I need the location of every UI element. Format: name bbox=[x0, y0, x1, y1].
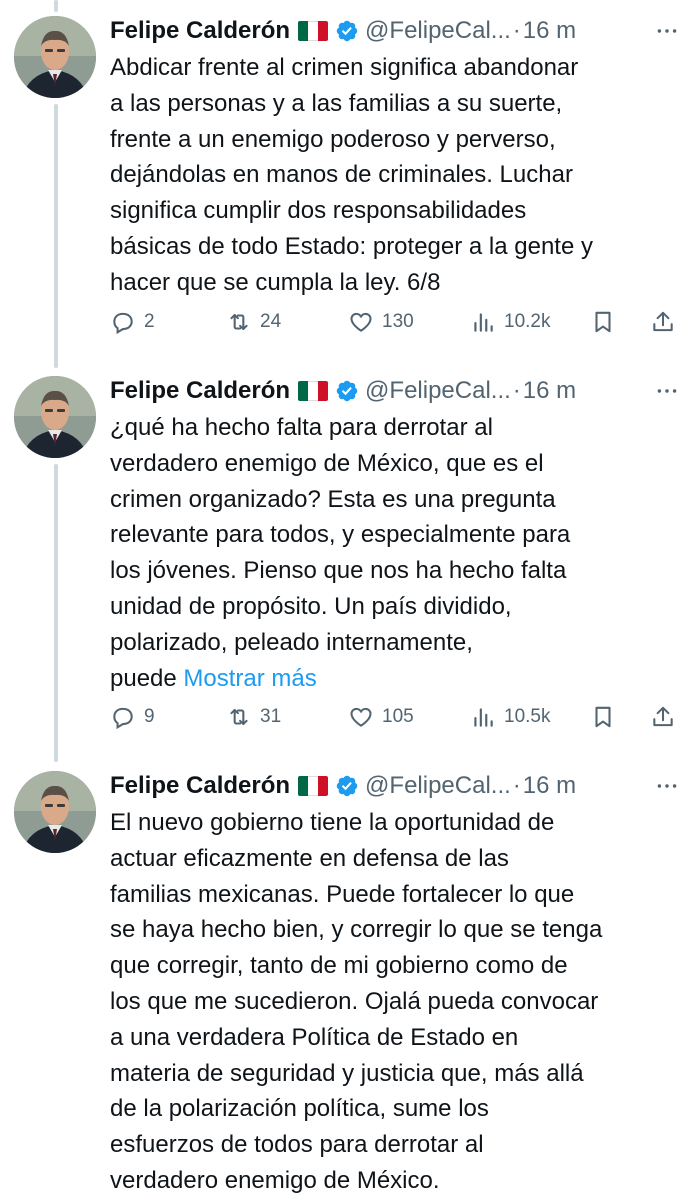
retweet-button[interactable]: 24 bbox=[226, 309, 281, 335]
heart-icon bbox=[350, 312, 372, 332]
tweet[interactable]: Felipe Calderón @FelipeCal... · 16 m ¿qu… bbox=[0, 360, 694, 756]
tweet-text: ¿qué ha hecho falta para derrotar al ver… bbox=[110, 410, 680, 696]
tweet-text-line: los jóvenes. Pienso que nos ha hecho fal… bbox=[110, 557, 567, 585]
bookmark-icon bbox=[595, 311, 611, 333]
retweet-button[interactable]: 31 bbox=[226, 704, 281, 730]
tweet-text: Abdicar frente al crimen significa aband… bbox=[110, 50, 680, 301]
reply-count: 2 bbox=[144, 311, 155, 332]
avatar[interactable] bbox=[14, 771, 96, 853]
verified-badge-icon bbox=[336, 380, 358, 402]
tweet-text-line: hacer que se cumpla la ley. 6/8 bbox=[110, 268, 441, 296]
more-options-icon[interactable] bbox=[654, 378, 680, 404]
separator-dot: · bbox=[512, 772, 521, 799]
tweet-text-line: a una verdadera Política de Estado en bbox=[110, 1023, 519, 1051]
tweet-text-fragment: puede bbox=[110, 664, 184, 692]
reply-button[interactable]: 2 bbox=[110, 309, 155, 335]
share-icon bbox=[653, 311, 673, 332]
tweet-text-line: verdadero enemigo de México, que es el bbox=[110, 449, 544, 477]
tweet-text: El nuevo gobierno tiene la oportunidad d… bbox=[110, 805, 680, 1199]
tweet-text-line: de la polarización política, sume los bbox=[110, 1095, 489, 1123]
tweet-text-line: unidad de propósito. Un país dividido, bbox=[110, 592, 512, 620]
separator-dot: · bbox=[512, 377, 521, 404]
bookmark-button[interactable] bbox=[590, 309, 616, 335]
tweet-time[interactable]: 16 m bbox=[523, 772, 576, 800]
tweet-text-line: relevante para todos, y especialmente pa… bbox=[110, 521, 571, 549]
views-button[interactable]: 10.2k bbox=[470, 309, 550, 335]
like-button[interactable]: 105 bbox=[348, 704, 414, 730]
tweet-text-line: Abdicar frente al crimen significa aband… bbox=[110, 54, 579, 81]
mexico-flag-icon bbox=[298, 21, 329, 41]
bookmark-icon bbox=[595, 706, 611, 728]
tweet-text-line: crimen organizado? Esta es una pregunta bbox=[110, 485, 556, 513]
tweet-text-last-line: puede Mostrar más bbox=[110, 661, 680, 697]
avatar-image bbox=[14, 771, 96, 853]
tweet-actions: 9 31 105 10.5k bbox=[110, 702, 680, 732]
tweet-text-line: materia de seguridad y justicia que, más… bbox=[110, 1059, 584, 1087]
tweet-header: Felipe Calderón @FelipeCal... · 16 m bbox=[110, 769, 680, 803]
tweet[interactable]: Felipe Calderón @FelipeCal... · 16 m El … bbox=[0, 755, 694, 1200]
views-chart-icon bbox=[474, 708, 493, 727]
avatar[interactable] bbox=[14, 376, 96, 458]
verified-badge-icon bbox=[336, 20, 358, 42]
views-count: 10.2k bbox=[504, 311, 551, 332]
avatar[interactable] bbox=[14, 16, 96, 98]
separator-dot: · bbox=[512, 17, 521, 44]
tweet-header: Felipe Calderón @FelipeCal... · 16 m bbox=[110, 14, 680, 48]
retweet-count: 31 bbox=[260, 706, 282, 727]
author-handle[interactable]: @FelipeCal... bbox=[365, 377, 511, 405]
views-chart-icon bbox=[474, 313, 493, 332]
avatar-image bbox=[14, 16, 96, 98]
share-icon bbox=[653, 706, 673, 727]
views-button[interactable]: 10.5k bbox=[470, 704, 550, 730]
tweet-text-line: que corregir, tanto de mi gobierno como … bbox=[110, 952, 568, 980]
tweet-text-line: actuar eficazmente en defensa de las bbox=[110, 844, 509, 872]
tweet-actions: 2 24 130 10.2k bbox=[110, 307, 680, 337]
tweet-text-line: polarizado, peleado internamente, bbox=[110, 628, 473, 656]
tweet-text-line: ¿qué ha hecho falta para derrotar al bbox=[110, 414, 493, 441]
author-name[interactable]: Felipe Calderón bbox=[110, 17, 290, 45]
tweet-text-line: verdadero enemigo de México. bbox=[110, 1166, 440, 1194]
mexico-flag-icon bbox=[298, 381, 329, 401]
reply-button[interactable]: 9 bbox=[110, 704, 155, 730]
mexico-flag-icon bbox=[298, 776, 329, 796]
tweet-text-line: esfuerzos de todos para derrotar al bbox=[110, 1131, 484, 1159]
author-handle[interactable]: @FelipeCal... bbox=[365, 17, 511, 45]
tweet-text-line: El nuevo gobierno tiene la oportunidad d… bbox=[110, 809, 555, 836]
more-options-icon[interactable] bbox=[654, 773, 680, 799]
views-count: 10.5k bbox=[504, 706, 551, 727]
tweet-text-line: los que me sucedieron. Ojalá pueda convo… bbox=[110, 987, 599, 1015]
tweet-text-line: frente a un enemigo poderoso y perverso, bbox=[110, 125, 556, 153]
retweet-count: 24 bbox=[260, 311, 282, 332]
retweet-icon bbox=[230, 313, 248, 331]
like-count: 105 bbox=[382, 706, 414, 727]
like-button[interactable]: 130 bbox=[348, 309, 414, 335]
tweet-time[interactable]: 16 m bbox=[523, 377, 576, 405]
reply-count: 9 bbox=[144, 706, 155, 727]
bookmark-button[interactable] bbox=[590, 704, 616, 730]
heart-icon bbox=[350, 707, 372, 727]
like-count: 130 bbox=[382, 311, 414, 332]
author-name[interactable]: Felipe Calderón bbox=[110, 377, 290, 405]
verified-badge-icon bbox=[336, 775, 358, 797]
share-button[interactable] bbox=[650, 704, 676, 730]
reply-icon bbox=[113, 707, 133, 730]
tweet-text-line: básicas de todo Estado: proteger a la ge… bbox=[110, 232, 593, 260]
reply-icon bbox=[113, 312, 133, 335]
tweet-text-line: familias mexicanas. Puede fortalecer lo … bbox=[110, 880, 575, 908]
tweet-time[interactable]: 16 m bbox=[523, 17, 576, 45]
tweet[interactable]: Felipe Calderón @FelipeCal... · 16 m Abd… bbox=[0, 0, 694, 360]
more-options-icon[interactable] bbox=[654, 18, 680, 44]
tweet-text-line: se haya hecho bien, y corregir lo que se… bbox=[110, 916, 603, 944]
tweet-text-line: dejándolas en manos de criminales. Lucha… bbox=[110, 161, 573, 189]
share-button[interactable] bbox=[650, 309, 676, 335]
author-name[interactable]: Felipe Calderón bbox=[110, 772, 290, 800]
author-handle[interactable]: @FelipeCal... bbox=[365, 772, 511, 800]
tweet-text-line: significa cumplir dos responsabilidades bbox=[110, 197, 527, 225]
retweet-icon bbox=[230, 708, 248, 726]
avatar-image bbox=[14, 376, 96, 458]
show-more-link[interactable]: Mostrar más bbox=[183, 665, 316, 692]
tweet-text-line: a las personas y a las familias a su sue… bbox=[110, 89, 563, 117]
tweet-header: Felipe Calderón @FelipeCal... · 16 m bbox=[110, 374, 680, 408]
